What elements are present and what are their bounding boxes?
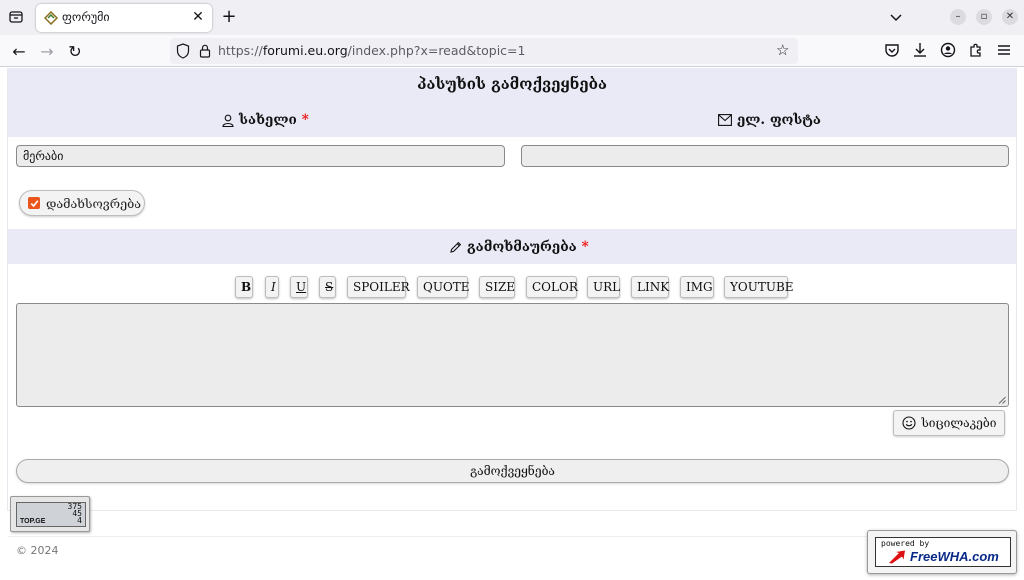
tab-bar: ფორუმი ✕ + – ▫ ✕ (0, 0, 1024, 35)
new-tab-icon[interactable]: + (220, 8, 238, 26)
powered-by-text: powered by (881, 539, 930, 548)
required-mark: * (581, 239, 589, 255)
youtube-button[interactable]: YOUTUBE (724, 276, 794, 298)
close-tab-icon[interactable]: ✕ (191, 10, 205, 24)
counter-value-3: 4 (77, 516, 82, 525)
tab-forum[interactable]: ფორუმი ✕ (36, 4, 212, 32)
comment-label-text: გამოხმაურება (467, 239, 577, 255)
comment-header: გამოხმაურება * (8, 229, 1016, 264)
minimize-icon[interactable]: – (950, 9, 966, 25)
italic-button[interactable]: I (265, 276, 279, 298)
remember-toggle[interactable]: დამახსოვრება (19, 190, 145, 216)
remember-label: დამახსოვრება (46, 195, 141, 211)
envelope-icon (718, 114, 732, 126)
downloads-icon[interactable] (911, 41, 929, 59)
bold-button[interactable]: B (235, 276, 253, 298)
pencil-icon (450, 241, 462, 253)
nav-bar: ← → ↻ https://forumi.eu.org/index.php?x=… (0, 35, 1024, 67)
shield-icon[interactable] (176, 43, 190, 59)
strikethrough-button[interactable]: S (319, 276, 336, 298)
copyright: © 2024 (16, 544, 59, 557)
footer-divider (8, 536, 1016, 537)
user-icon (222, 114, 234, 127)
underline-button[interactable]: U (290, 276, 308, 298)
close-window-icon[interactable]: ✕ (1002, 9, 1018, 25)
url-text[interactable]: https://forumi.eu.org/index.php?x=read&t… (218, 43, 525, 58)
message-textarea[interactable] (16, 303, 1009, 407)
maximize-icon[interactable]: ▫ (976, 9, 992, 25)
pocket-icon[interactable] (883, 41, 901, 59)
url-button[interactable]: URL (587, 276, 620, 298)
required-mark: * (301, 112, 309, 128)
size-button[interactable]: SIZE (479, 276, 515, 298)
back-icon[interactable]: ← (9, 41, 29, 61)
name-label-text: სახელი (239, 112, 297, 128)
remember-checkbox[interactable] (28, 197, 40, 209)
forward-icon[interactable]: → (37, 41, 57, 61)
smiley-icon (901, 416, 916, 430)
extensions-icon[interactable] (967, 41, 985, 59)
powered-by-badge[interactable]: powered by FreeWHA.com (867, 530, 1017, 574)
comment-label: გამოხმაურება * (449, 239, 589, 255)
tab-list-icon[interactable] (6, 7, 26, 27)
reload-icon[interactable]: ↻ (65, 41, 85, 61)
resize-grip-icon[interactable] (998, 396, 1006, 404)
spoiler-button[interactable]: SPOILER (347, 276, 410, 298)
page: პასუხის გამოქვეყნება სახელი * ელ. ფოსტა … (0, 68, 1024, 580)
counter-brand: TOP.GE (20, 518, 46, 525)
name-field[interactable] (16, 145, 505, 167)
forum-favicon-icon (44, 11, 58, 25)
email-label-text: ელ. ფოსტა (737, 112, 821, 128)
lock-icon[interactable] (198, 43, 212, 59)
top-ge-counter[interactable]: 375 45 4 TOP.GE (10, 496, 90, 532)
quote-button[interactable]: QUOTE (417, 276, 470, 298)
account-icon[interactable] (939, 41, 957, 59)
smileys-button[interactable]: სიცილაკები (893, 410, 1005, 436)
smileys-label: სიცილაკები (921, 416, 997, 430)
url-path: /index.php?x=read&topic=1 (347, 43, 526, 58)
name-label: სახელი * (222, 112, 309, 128)
url-host: forumi.eu.org (262, 43, 348, 58)
powered-by-panel: powered by FreeWHA.com (875, 537, 1011, 567)
menu-icon[interactable] (995, 41, 1013, 59)
form-title: პასუხის გამოქვეყნება (417, 75, 607, 93)
img-button[interactable]: IMG (680, 276, 714, 298)
checkmark-icon (30, 199, 38, 207)
tab-title: ფორუმი (62, 10, 110, 24)
color-button[interactable]: COLOR (526, 276, 578, 298)
email-field[interactable] (521, 145, 1009, 167)
link-button[interactable]: LINK (631, 276, 669, 298)
chevron-down-icon[interactable] (888, 9, 904, 25)
arrow-logo-icon (889, 550, 905, 564)
form-header: პასუხის გამოქვეყნება სახელი * ელ. ფოსტა (8, 68, 1016, 137)
submit-button[interactable]: გამოქვეყნება (16, 459, 1009, 483)
email-label: ელ. ფოსტა (718, 112, 821, 128)
counter-panel: 375 45 4 TOP.GE (16, 502, 86, 527)
url-bar[interactable]: https://forumi.eu.org/index.php?x=read&t… (170, 38, 798, 64)
url-prefix: https:// (218, 43, 263, 58)
bookmark-star-icon[interactable]: ☆ (776, 42, 792, 58)
powered-by-brand: FreeWHA.com (910, 549, 999, 564)
